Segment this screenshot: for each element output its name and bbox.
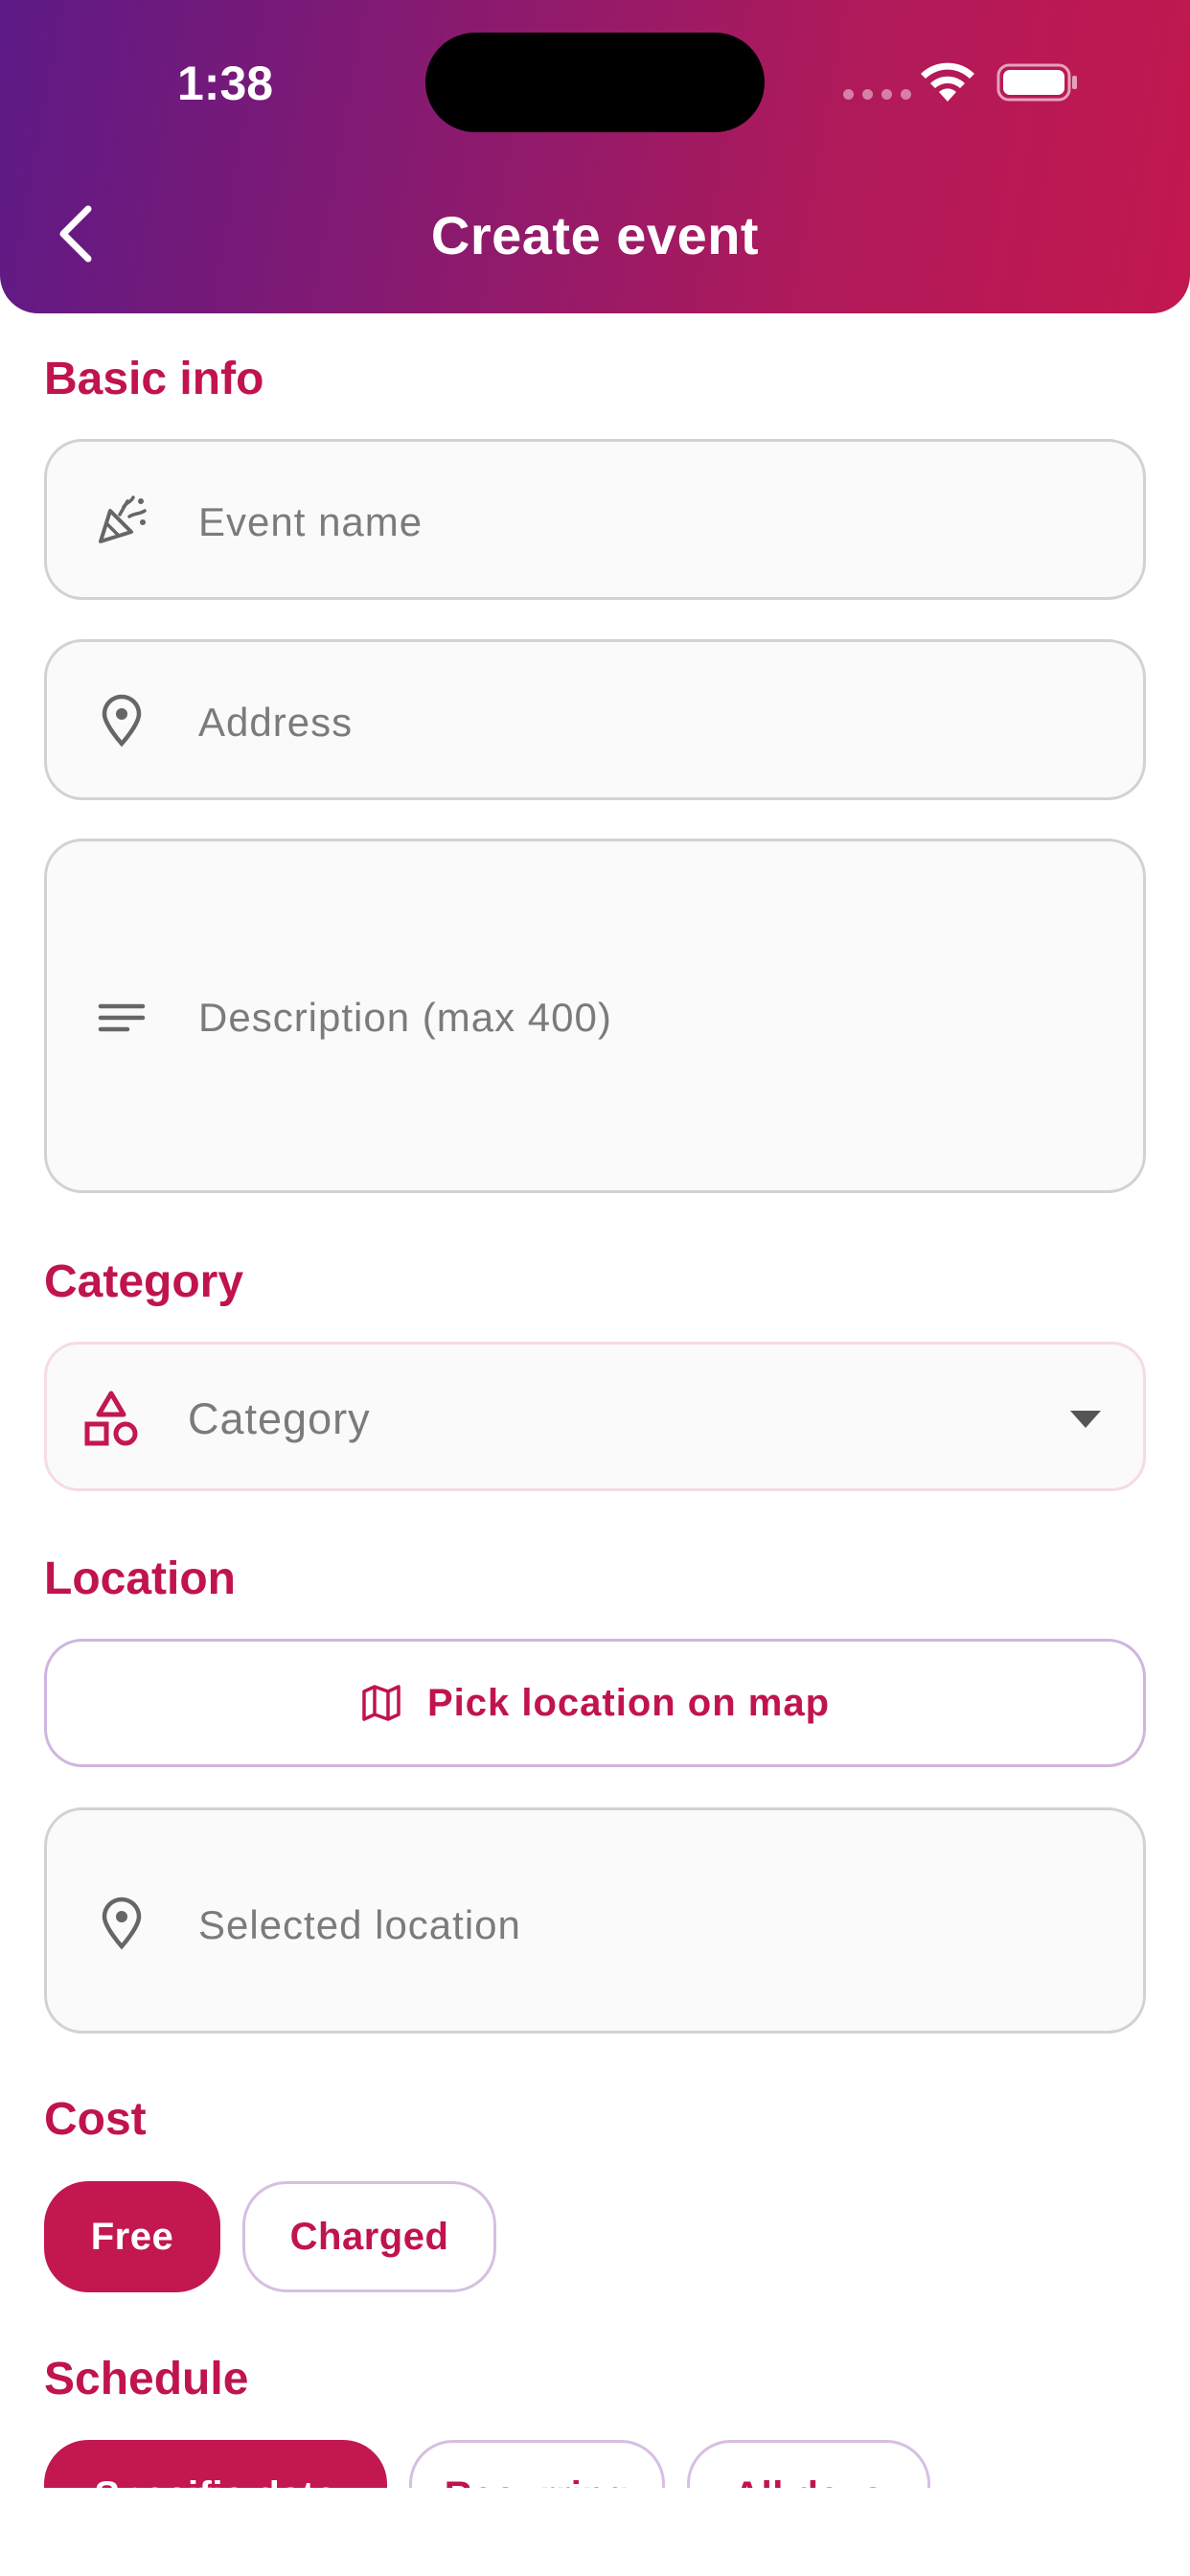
description-field[interactable]: Description (max 400) [44,839,1146,1193]
cost-chip-free[interactable]: Free [44,2181,220,2292]
address-field[interactable]: Address [44,639,1146,800]
cellular-signal-icon [843,89,911,100]
schedule-chip-all-days[interactable]: All days [687,2440,930,2488]
section-cost: Cost [44,2094,147,2145]
schedule-chip-recurring[interactable]: Recurring [409,2440,665,2488]
location-pin-icon [102,1897,142,1950]
section-location: Location [44,1553,236,1604]
chevron-down-icon [1070,1411,1101,1428]
cost-chip-charged[interactable]: Charged [242,2181,496,2292]
category-placeholder: Category [188,1394,371,1443]
battery-icon [996,63,1077,102]
party-popper-icon [99,495,147,543]
shapes-icon [84,1391,138,1446]
notes-lines-icon [98,1003,146,1032]
section-basic-info: Basic info [44,354,264,404]
app-header: 1:38 Create event [0,0,1190,313]
selected-location-placeholder: Selected location [198,1902,521,1947]
address-placeholder: Address [198,700,354,745]
location-pin-icon [102,694,142,748]
map-icon [362,1685,400,1721]
selected-location-field[interactable]: Selected location [44,1807,1146,2034]
schedule-chips-row: Specific date Recurring All days [0,2396,1190,2488]
pick-location-label: Pick location on map [426,1681,831,1724]
category-dropdown[interactable]: Category [44,1342,1146,1491]
event-name-field[interactable]: Event name [44,439,1146,600]
status-time: 1:38 [177,57,274,110]
page-title: Create event [430,205,760,265]
section-category: Category [44,1256,244,1307]
event-name-placeholder: Event name [198,499,423,544]
schedule-chip-specific-date[interactable]: Specific date [44,2440,387,2488]
wifi-icon [921,62,974,102]
description-placeholder: Description (max 400) [198,995,612,1040]
pick-location-button[interactable]: Pick location on map [44,1639,1146,1767]
dynamic-island [425,33,765,132]
